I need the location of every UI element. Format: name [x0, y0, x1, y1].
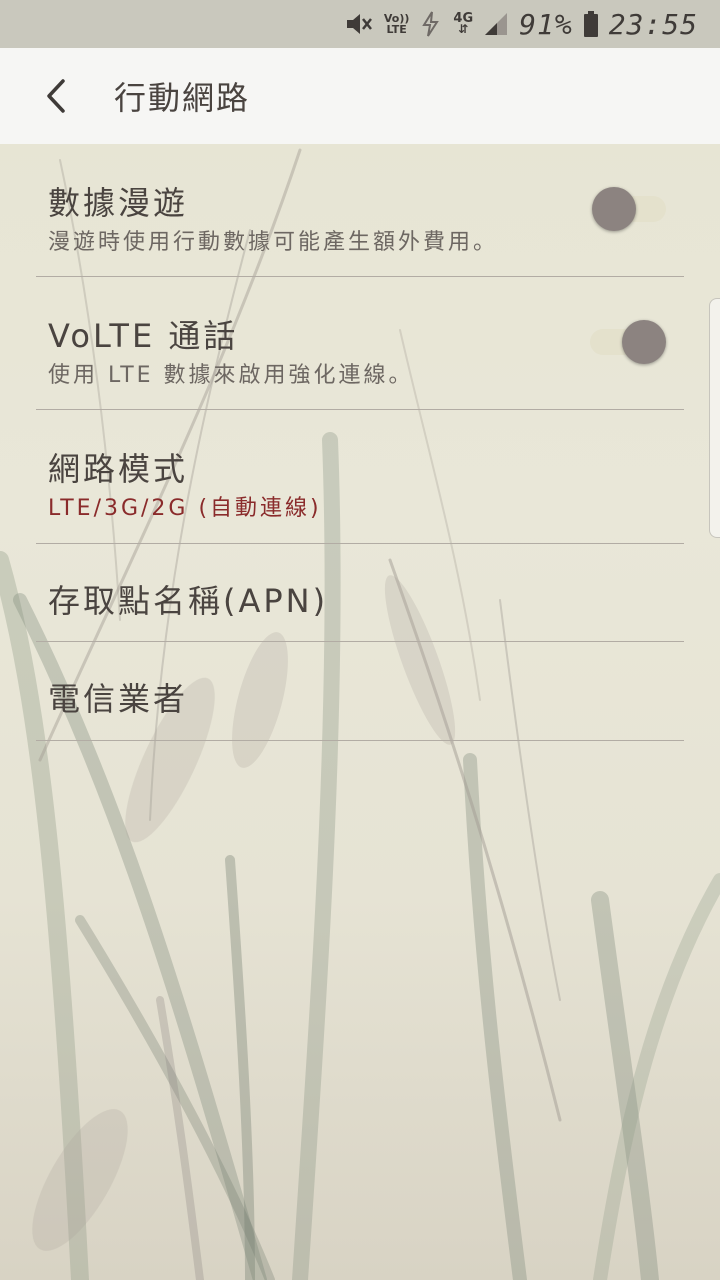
- roaming-switch-thumb: [592, 187, 636, 231]
- signal-icon: [483, 8, 509, 40]
- volte-title: VoLTE 通話: [48, 317, 239, 355]
- roaming-title: 數據漫遊: [48, 184, 189, 222]
- carrier-title: 電信業者: [48, 680, 189, 718]
- roaming-switch[interactable]: [592, 187, 666, 231]
- 4g-icon: 4G ⇵: [453, 11, 474, 36]
- chevron-left-icon: [47, 79, 65, 113]
- roaming-subtitle: 漫遊時使用行動數據可能產生額外費用。: [48, 230, 499, 255]
- app-bar: 行動網路: [0, 48, 720, 144]
- volte-switch-thumb: [622, 320, 666, 364]
- network-mode-value: LTE/3G/2G (自動連線): [48, 496, 322, 521]
- data-saver-icon: [419, 8, 443, 40]
- volte-icon: Vo)) LTE: [383, 12, 410, 36]
- battery-percentage: 91%: [519, 7, 573, 41]
- back-button[interactable]: [26, 66, 86, 126]
- edge-panel-handle[interactable]: [709, 298, 720, 538]
- clock: 23:55: [608, 7, 698, 41]
- settings-list: 數據漫遊 漫遊時使用行動數據可能產生額外費用。 VoLTE 通話 使用 LTE …: [36, 144, 684, 741]
- status-bar: Vo)) LTE 4G ⇵ 91% 23:55: [0, 0, 720, 48]
- apn-row[interactable]: 存取點名稱(APN): [36, 544, 684, 642]
- volte-subtitle: 使用 LTE 數據來啟用強化連線。: [48, 363, 414, 388]
- battery-icon: [583, 8, 599, 40]
- volte-row[interactable]: VoLTE 通話 使用 LTE 數據來啟用強化連線。: [36, 277, 684, 410]
- mute-icon: [344, 8, 374, 40]
- apn-title: 存取點名稱(APN): [48, 582, 329, 620]
- carrier-row[interactable]: 電信業者: [36, 642, 684, 741]
- volte-switch[interactable]: [590, 320, 666, 364]
- network-mode-title: 網路模式: [48, 450, 189, 488]
- roaming-row[interactable]: 數據漫遊 漫遊時使用行動數據可能產生額外費用。: [36, 144, 684, 277]
- network-mode-row[interactable]: 網路模式 LTE/3G/2G (自動連線): [36, 410, 684, 544]
- page-title: 行動網路: [114, 79, 251, 117]
